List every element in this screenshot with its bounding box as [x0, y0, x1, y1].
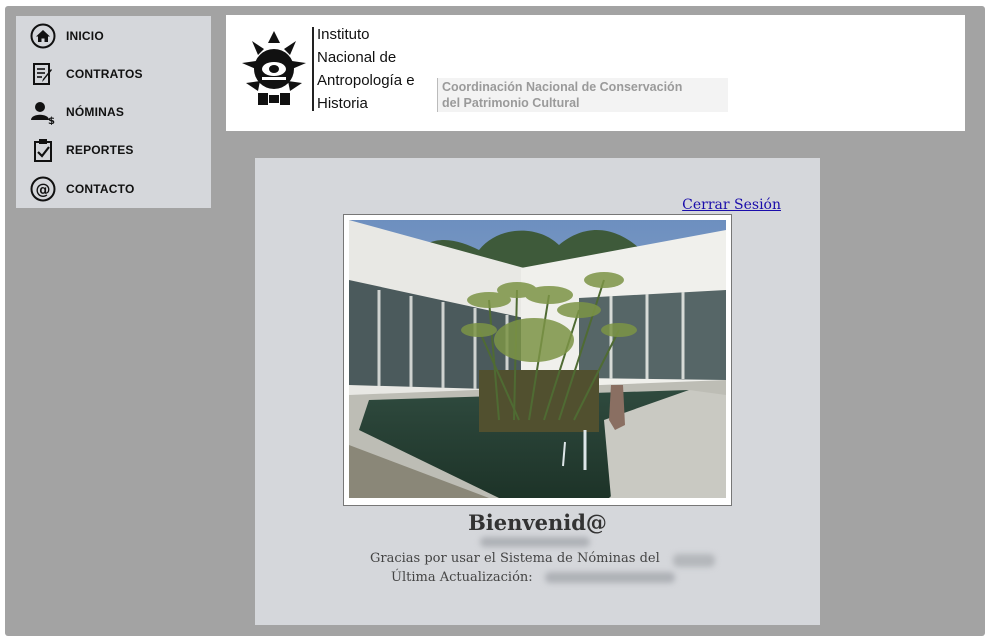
- at-sign-icon: @: [30, 176, 56, 202]
- coordination-line: del Patrimonio Cultural: [442, 96, 580, 110]
- welcome-heading: Bienvenid@: [468, 510, 607, 535]
- nav-label-contratos: CONTRATOS: [66, 67, 143, 81]
- institute-name-line: Antropología e: [317, 72, 415, 89]
- contract-icon: [33, 63, 52, 85]
- home-icon: [30, 23, 56, 49]
- institute-name: Instituto Nacional de Antropología e His…: [317, 23, 447, 115]
- redacted-user-name: [480, 537, 590, 547]
- last-update-label: Última Actualización:: [391, 570, 533, 585]
- svg-text:@: @: [36, 181, 51, 199]
- nav-label-reportes: REPORTES: [66, 143, 134, 157]
- nav-label-contacto: CONTACTO: [66, 182, 135, 196]
- institute-name-line: Nacional de: [317, 49, 397, 66]
- courtyard-photo-frame: [343, 214, 732, 506]
- nav-item-inicio[interactable]: INICIO: [30, 21, 104, 51]
- redacted-institution: [673, 554, 715, 567]
- logo-divider: [312, 27, 314, 111]
- nav-item-contratos[interactable]: CONTRATOS: [30, 59, 143, 89]
- nav-label-nominas: NÓMINAS: [66, 105, 125, 119]
- main-panel: Cerrar Sesión Bienvenid@ Gracias por usa…: [255, 158, 820, 625]
- nav-label-inicio: INICIO: [66, 29, 104, 43]
- coordination-line: Coordinación Nacional de Conservación: [442, 80, 683, 94]
- sidebar-nav: INICIO CONTRATOS $ NÓMINAS REPORTES @ CO…: [16, 16, 211, 208]
- svg-text:$: $: [48, 116, 55, 125]
- nav-item-reportes[interactable]: REPORTES: [30, 135, 134, 165]
- institute-name-line: Historia: [317, 95, 368, 112]
- institute-name-line: Instituto: [317, 26, 370, 43]
- nav-item-nominas[interactable]: $ NÓMINAS: [30, 97, 124, 127]
- courtyard-photo: [349, 220, 726, 498]
- nav-item-contacto[interactable]: @ CONTACTO: [30, 174, 135, 204]
- payroll-icon: $: [31, 102, 55, 125]
- inah-logo-icon: [242, 31, 306, 105]
- coordination-box: Coordinación Nacional de Conservación de…: [437, 78, 728, 112]
- logout-link[interactable]: Cerrar Sesión: [682, 197, 781, 213]
- coordination-name: Coordinación Nacional de Conservación de…: [442, 79, 726, 111]
- clipboard-check-icon: [34, 139, 52, 162]
- header-banner: Instituto Nacional de Antropología e His…: [226, 15, 965, 131]
- redacted-update-date: [545, 572, 675, 583]
- thanks-message: Gracias por usar el Sistema de Nóminas d…: [370, 551, 660, 566]
